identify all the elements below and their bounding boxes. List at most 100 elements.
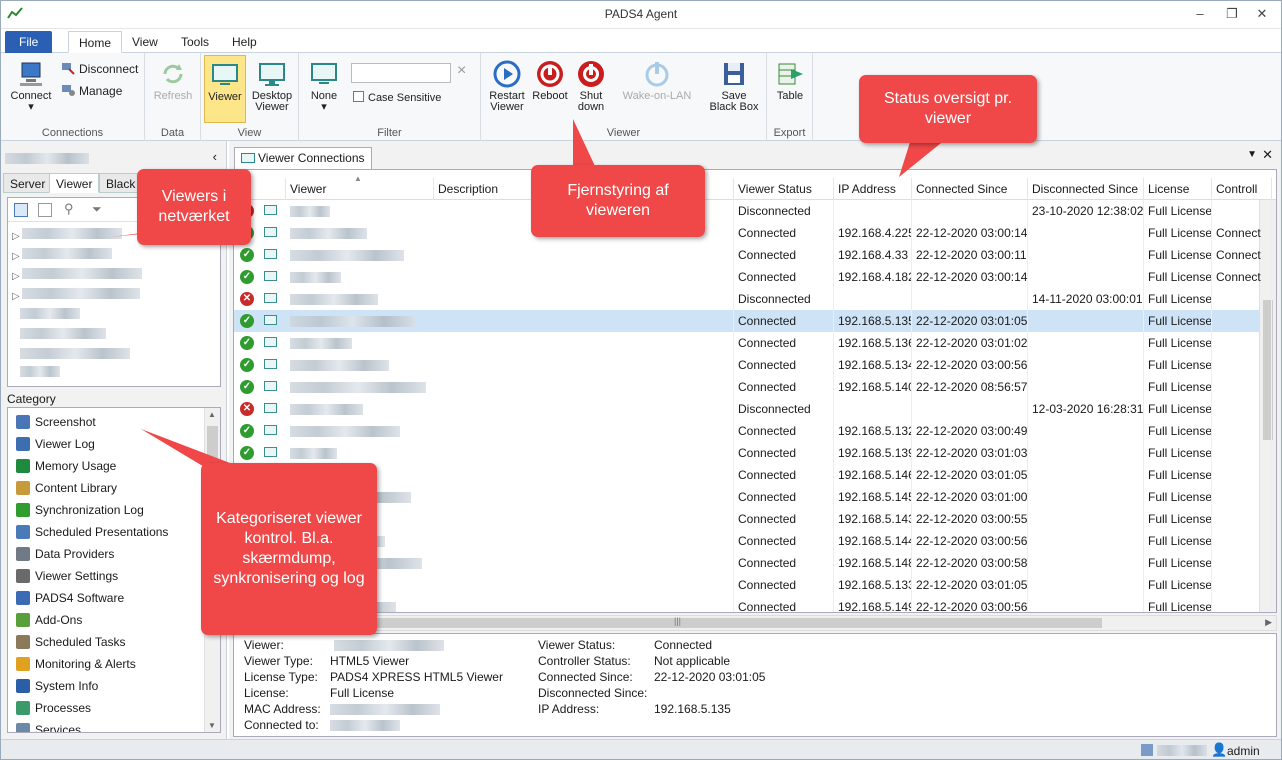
viewer-name [290, 250, 404, 261]
column-controller[interactable]: Controll [1212, 178, 1272, 200]
viewer-monitor-icon [264, 205, 277, 215]
disconnect-button[interactable]: Disconnect [61, 61, 138, 76]
filter-input[interactable] [351, 63, 451, 83]
table-row[interactable]: ✓ Connected 192.168.5.134 22-12-2020 03:00:… [234, 354, 1272, 376]
filter-none-button[interactable]: None ▾ [305, 59, 343, 113]
category-item[interactable]: Data Providers [16, 544, 114, 564]
viewer-view-button[interactable]: Viewer [204, 55, 246, 123]
category-item[interactable]: Services [16, 720, 81, 732]
case-sensitive-checkbox[interactable]: Case Sensitive [353, 91, 441, 104]
category-icon [16, 415, 30, 429]
category-item[interactable]: Viewer Log [16, 434, 95, 454]
save-black-box-button[interactable]: Save Black Box [705, 59, 763, 113]
table-row[interactable]: ✓ Connected 192.168.5.140 22-12-2020 08:56:… [234, 376, 1272, 398]
viewer-name [290, 272, 341, 283]
reboot-button[interactable]: Reboot [529, 59, 571, 102]
tree-node[interactable] [12, 366, 152, 378]
table-row[interactable]: ✓Connected192.168.5.14922-12-2020 03:00:… [234, 596, 1272, 612]
tab-view[interactable]: View [122, 31, 168, 53]
table-row[interactable]: ✓Connected192.168.5.14622-12-2020 03:01:… [234, 464, 1272, 486]
table-row[interactable]: ✕Disconnected23-10-2020 12:38:02Full Lic… [234, 200, 1272, 222]
tab-server[interactable]: Server [3, 173, 53, 193]
tree-node[interactable] [12, 348, 152, 360]
close-icon[interactable]: ✕ [1253, 6, 1271, 22]
tree-node[interactable]: ▷ [12, 268, 152, 282]
cell-lic: Full License [1144, 200, 1212, 222]
category-item[interactable]: Viewer Settings [16, 566, 118, 586]
tab-viewer[interactable]: Viewer [49, 173, 100, 193]
cell-status: Connected [734, 552, 834, 574]
table-row[interactable]: ✓ Connected 192.168.4.182 22-12-2020 03:00:… [234, 266, 1272, 288]
tree-node[interactable]: ▷ [12, 288, 152, 302]
restore-icon[interactable]: ❐ [1223, 6, 1241, 22]
tab-black-box[interactable]: Black [99, 173, 143, 193]
table-row[interactable]: ✓Connected192.168.5.14322-12-2020 03:00:… [234, 508, 1272, 530]
manage-button[interactable]: Manage [61, 83, 122, 98]
tab-home[interactable]: Home [68, 31, 123, 53]
connect-button[interactable]: Connect ▾ [7, 59, 55, 113]
category-item[interactable]: Memory Usage [16, 456, 116, 476]
column-disconnected-since[interactable]: Disconnected Since [1028, 178, 1144, 200]
table-row[interactable]: ✓Connected192.168.5.14822-12-2020 03:00:… [234, 552, 1272, 574]
column-license[interactable]: License [1144, 178, 1212, 200]
category-item[interactable]: System Info [16, 676, 98, 696]
category-item[interactable]: Synchronization Log [16, 500, 144, 520]
category-item[interactable]: Screenshot [16, 412, 96, 432]
category-item[interactable]: Scheduled Tasks [16, 632, 126, 652]
tree-view-icon[interactable] [14, 203, 28, 217]
category-item[interactable]: Processes [16, 698, 91, 718]
sort-arrow-icon: ▲ [354, 174, 362, 183]
export-table-button[interactable]: Table [771, 59, 809, 102]
wake-on-lan-button[interactable]: Wake-on-LAN [615, 59, 699, 102]
table-row[interactable]: ✓Connected192.168.5.13322-12-2020 03:01:… [234, 574, 1272, 596]
collapse-pane-icon[interactable]: ‹ [213, 149, 217, 164]
category-item[interactable]: Monitoring & Alerts [16, 654, 136, 674]
restart-viewer-button[interactable]: Restart Viewer [485, 59, 529, 113]
table-row[interactable]: ✓Connected192.168.4.22522-12-2020 03:00:… [234, 222, 1272, 244]
desktop-viewer-button[interactable]: Desktop Viewer [249, 59, 295, 113]
category-item[interactable]: PADS4 Software [16, 588, 124, 608]
tree-node[interactable]: ▷ [12, 248, 152, 262]
disconnected-status-icon: ✕ [240, 292, 254, 306]
cell-dsince [1028, 376, 1144, 398]
table-row[interactable]: ✓Connected192.168.5.14522-12-2020 03:01:… [234, 486, 1272, 508]
app-window: PADS4 Agent – ❐ ✕ File Home View Tools H… [0, 0, 1282, 760]
clear-filter-icon[interactable]: × [457, 62, 466, 80]
table-row[interactable]: ✓ Connected 192.168.5.135 22-12-2020 03:01:… [234, 310, 1272, 332]
column-viewer-status[interactable]: Viewer Status [734, 178, 834, 200]
close-tab-icon[interactable]: ✕ [1262, 147, 1273, 163]
grid-horizontal-scrollbar[interactable]: ◀ ||| ▶ [233, 615, 1277, 631]
tab-tools[interactable]: Tools [171, 31, 219, 53]
table-row[interactable]: ✓ Connected 192.168.5.136 22-12-2020 03:01:… [234, 332, 1272, 354]
cell-ip: 192.168.5.143 [834, 508, 912, 530]
minimize-icon[interactable]: – [1191, 6, 1209, 21]
table-row[interactable]: ✕ Disconnected 14-11-2020 03:00:01 Full Lic… [234, 288, 1272, 310]
filter-icon[interactable]: ⏷ [92, 202, 102, 217]
table-row[interactable]: ✓ Connected 192.168.5.139 22-12-2020 03:01:… [234, 442, 1272, 464]
tree-node[interactable]: ▷ [12, 228, 152, 242]
tree-node[interactable] [12, 308, 152, 320]
table-row[interactable]: ✓ Connected 192.168.4.33 22-12-2020 03:00:1… [234, 244, 1272, 266]
cell-dsince [1028, 420, 1144, 442]
cell-ctrl [1212, 464, 1272, 486]
tab-menu-icon[interactable]: ▼ [1247, 149, 1257, 160]
cell-status: Disconnected [734, 200, 834, 222]
tree-node[interactable] [12, 328, 152, 340]
shutdown-button[interactable]: Shut down [571, 59, 611, 113]
category-item[interactable]: Add-Ons [16, 610, 82, 630]
table-row[interactable]: ✓ Connected 192.168.5.132 22-12-2020 03:00:… [234, 420, 1272, 442]
cell-description [434, 464, 734, 486]
list-view-icon[interactable] [38, 203, 52, 217]
table-row[interactable]: ✓Connected192.168.5.14422-12-2020 03:00:… [234, 530, 1272, 552]
viewer-connections-tab[interactable]: Viewer Connections [234, 147, 372, 169]
column-connected-since[interactable]: Connected Since [912, 178, 1028, 200]
tab-help[interactable]: Help [222, 31, 267, 53]
column-ip-address[interactable]: IP Address [834, 178, 912, 200]
tab-file[interactable]: File [5, 31, 53, 53]
category-item[interactable]: Scheduled Presentations [16, 522, 168, 542]
table-row[interactable]: ✕ Disconnected 12-03-2020 16:28:31 Full Lic… [234, 398, 1272, 420]
search-icon[interactable]: ⚲ [64, 201, 74, 217]
category-item[interactable]: Content Library [16, 478, 117, 498]
filter-monitor-icon [311, 63, 337, 84]
refresh-button[interactable]: Refresh [149, 59, 197, 102]
